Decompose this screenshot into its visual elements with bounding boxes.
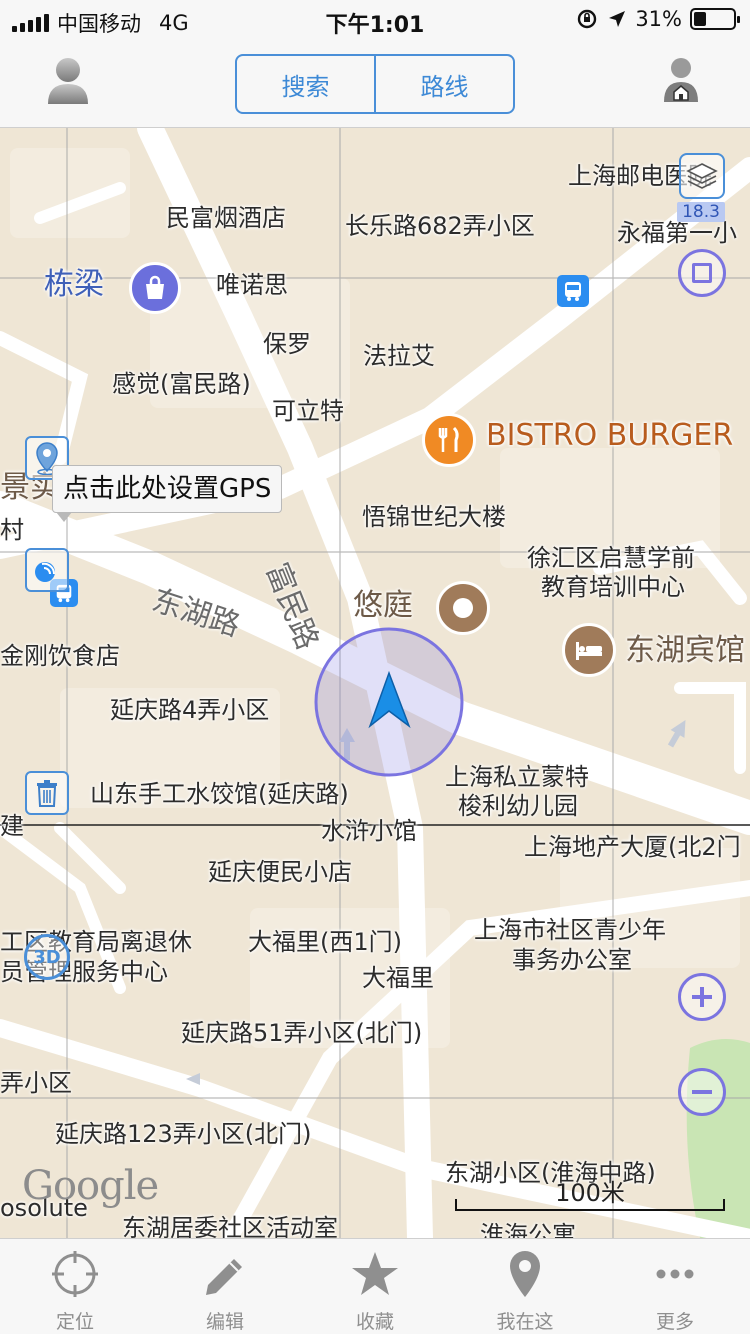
signal-waves-icon xyxy=(35,562,56,582)
map-label-nongxiaoqu: 弄小区 xyxy=(0,1069,72,1097)
signal-settings-button[interactable] xyxy=(25,548,69,592)
pencil-icon xyxy=(206,1259,242,1295)
map-label-yanqing123: 延庆路123弄小区(北门) xyxy=(55,1120,312,1148)
status-right: 31% xyxy=(575,7,740,31)
map-label-donghubinguan: 东湖宾馆 xyxy=(625,633,745,668)
tab-favorites[interactable]: 收藏 xyxy=(300,1239,450,1334)
map-view[interactable]: 上海邮电医院 民富烟酒店 长乐路682弄小区 永福第一小 栋梁 唯诺思 保罗 法… xyxy=(0,128,750,1238)
orientation-lock-icon xyxy=(578,9,597,29)
scale-bar xyxy=(455,1199,725,1211)
map-label-yanqing4: 延庆路4弄小区 xyxy=(110,696,270,724)
search-route-segmented-control: 搜索 路线 xyxy=(235,54,515,114)
map-label-baoluo: 保罗 xyxy=(263,330,311,358)
delete-button[interactable] xyxy=(25,771,69,815)
map-label-mengte2: 梭利幼儿园 xyxy=(458,792,578,820)
tab-label-locate: 定位 xyxy=(55,1311,94,1333)
map-label-juwei: 东湖居委社区活动室 xyxy=(122,1214,338,1238)
map-label-dafuli: 大福里 xyxy=(362,964,434,992)
user-avatar-button[interactable] xyxy=(44,54,92,106)
map-label-shequ2: 事务办公室 xyxy=(512,946,632,974)
home-user-icon xyxy=(664,58,698,102)
map-label-shequ1: 上海市社区青少年 xyxy=(474,916,666,944)
map-label-bistro: BISTRO BURGER xyxy=(486,418,734,453)
view-3d-button[interactable]: 3D xyxy=(24,934,70,980)
fullscreen-button[interactable] xyxy=(678,249,726,297)
status-bar: 中国移动 4G 下午1:01 31% xyxy=(0,0,750,42)
map-label-dafuli1: 大福里(西1门) xyxy=(248,928,402,956)
square-icon xyxy=(692,263,712,283)
map-label-ganjue: 感觉(富民路) xyxy=(112,370,251,398)
location-arrow-icon xyxy=(609,11,626,27)
battery-percent: 31% xyxy=(635,7,682,31)
map-label-jiaoyu: 教育培训中心 xyxy=(541,573,685,601)
tab-label-here: 我在这 xyxy=(496,1311,554,1333)
map-label-bianmin: 延庆便民小店 xyxy=(208,858,352,886)
user-icon xyxy=(48,58,88,104)
view-3d-icon: 3D xyxy=(33,946,61,968)
segment-route[interactable]: 路线 xyxy=(374,56,513,112)
layers-icon xyxy=(686,163,718,189)
map-label-huaihai: 淮海公寓 xyxy=(480,1221,576,1238)
locate-icon xyxy=(52,1251,98,1297)
tab-label-edit: 编辑 xyxy=(205,1311,244,1333)
map-label-shandong: 山东手工水饺馆(延庆路) xyxy=(90,780,349,808)
map-label-cun: 村 xyxy=(0,516,24,544)
map-label-jian: 建 xyxy=(0,812,24,840)
bus-stop-icon xyxy=(557,275,589,307)
zoom-level-badge: 18.3 xyxy=(677,202,725,222)
tab-label-favorites: 收藏 xyxy=(355,1311,394,1333)
plus-icon xyxy=(692,987,712,1007)
tab-here[interactable]: 我在这 xyxy=(450,1239,600,1334)
gps-setting-tooltip[interactable]: 点击此处设置GPS xyxy=(52,465,283,522)
trash-icon xyxy=(37,780,57,807)
google-watermark: Google xyxy=(22,1163,159,1209)
restaurant-poi-icon xyxy=(422,413,476,467)
shopping-bag-poi-icon xyxy=(129,262,181,314)
star-icon xyxy=(352,1252,398,1295)
map-label-kelite: 可立特 xyxy=(272,397,344,425)
map-label-xuhui: 徐汇区启慧学前 xyxy=(527,544,695,572)
map-label-shuihu: 水浒小馆 xyxy=(321,817,417,845)
tab-bar: 定位 编辑 收藏 我在这 更多 xyxy=(0,1238,750,1334)
map-label-youting: 悠庭 xyxy=(353,588,413,623)
zoom-in-button[interactable] xyxy=(678,973,726,1021)
map-label-yongfu: 永福第一小 xyxy=(617,219,737,247)
minus-icon xyxy=(692,1090,712,1094)
pin-icon xyxy=(510,1251,540,1297)
tab-locate[interactable]: 定位 xyxy=(0,1239,150,1334)
battery-icon xyxy=(690,8,740,30)
hotel-poi-icon xyxy=(562,623,616,677)
layers-button[interactable] xyxy=(679,153,725,199)
segment-search[interactable]: 搜索 xyxy=(237,56,374,112)
map-label-changle682: 长乐路682弄小区 xyxy=(345,212,535,240)
current-location-marker xyxy=(314,627,464,777)
home-user-button[interactable] xyxy=(662,56,700,104)
map-label-dichan: 上海地产大厦(北2门 xyxy=(524,833,741,861)
map-label-falaai: 法拉艾 xyxy=(363,342,435,370)
more-icon xyxy=(656,1269,694,1279)
tab-label-more: 更多 xyxy=(655,1311,694,1333)
map-label-weinuosi: 唯诺思 xyxy=(216,271,288,299)
map-label-wujin: 悟锦世纪大楼 xyxy=(362,503,506,531)
map-label-yanqing51: 延庆路51弄小区(北门) xyxy=(181,1019,423,1047)
zoom-out-button[interactable] xyxy=(678,1068,726,1116)
map-scale: 100米 xyxy=(455,1173,725,1211)
map-label-mengte1: 上海私立蒙特 xyxy=(445,763,589,791)
map-label-dongliang: 栋梁 xyxy=(44,267,104,302)
battery-fill xyxy=(694,12,706,26)
map-label-jingang: 金刚饮食店 xyxy=(0,642,120,670)
map-label-minfu: 民富烟酒店 xyxy=(166,204,286,232)
tab-edit[interactable]: 编辑 xyxy=(150,1239,300,1334)
nav-bar: 搜索 路线 xyxy=(0,42,750,128)
tab-more[interactable]: 更多 xyxy=(600,1239,750,1334)
